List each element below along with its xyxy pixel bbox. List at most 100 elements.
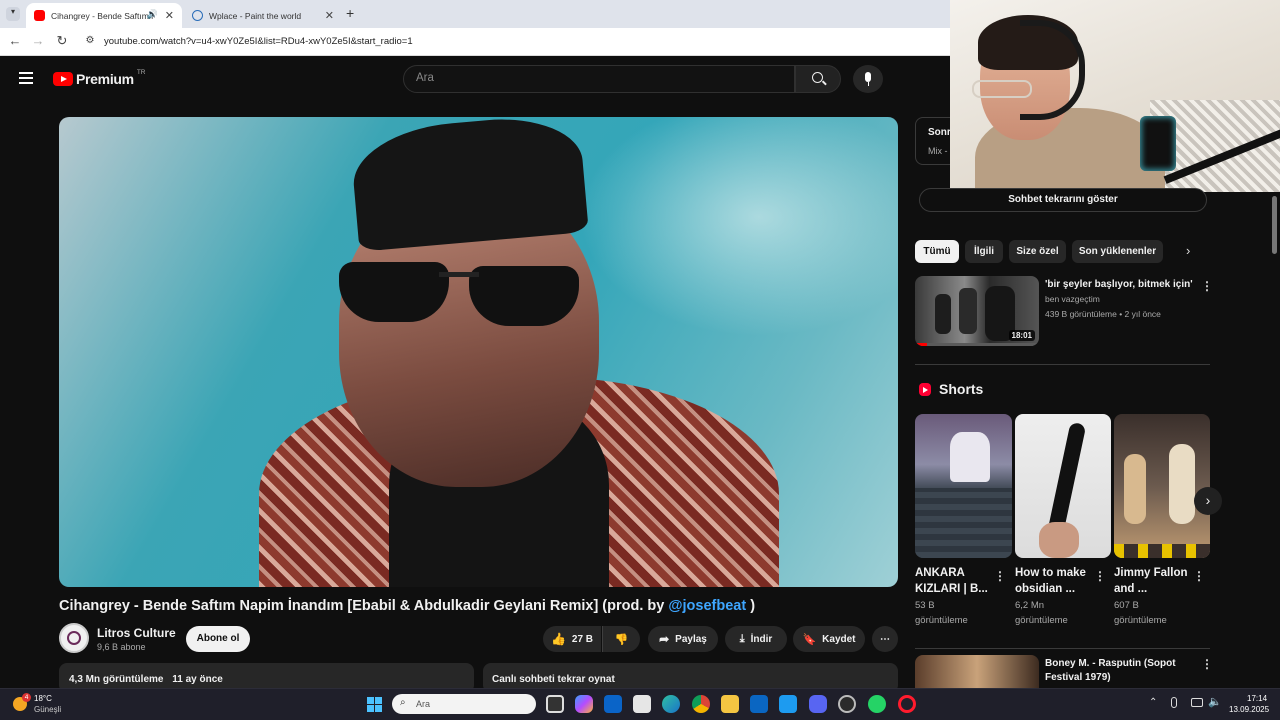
video-title: Cihangrey - Bende Saftım Napim İnandım [… xyxy=(59,598,755,614)
chip-for-you[interactable]: Size özel xyxy=(1009,240,1066,263)
rec-menu-icon[interactable]: ⋮ xyxy=(1201,279,1213,293)
whatsapp-icon[interactable] xyxy=(868,695,886,713)
short-title[interactable]: Jimmy Fallon and ... xyxy=(1114,565,1188,597)
copilot-icon[interactable] xyxy=(575,695,593,713)
short-thumbnail[interactable] xyxy=(915,414,1012,558)
url-field[interactable]: youtube.com/watch?v=u4-xwY0Ze5I&list=RDu… xyxy=(104,36,413,47)
rec-thumbnail[interactable]: 18:01 xyxy=(915,276,1039,346)
subscriber-count: 9,6 B abone xyxy=(97,642,146,652)
youtube-logo[interactable]: Premium TR xyxy=(53,68,146,87)
short-views: 607 B xyxy=(1114,600,1139,611)
search-input[interactable]: Ara xyxy=(403,65,795,93)
tray-chevron-icon[interactable]: ⌃ xyxy=(1149,697,1157,708)
outlook-icon[interactable] xyxy=(604,695,622,713)
site-info-icon[interactable]: ⚙ xyxy=(81,35,99,46)
short-views-label: görüntüleme xyxy=(1015,615,1068,626)
share-button[interactable]: ➦ Paylaş xyxy=(648,626,718,652)
clock-date[interactable]: 13.09.2025 xyxy=(1229,705,1269,714)
speaker-icon[interactable]: 🔊 xyxy=(147,9,158,20)
short-title[interactable]: ANKARA KIZLARI | B... xyxy=(915,565,989,597)
dislike-button[interactable]: 👎 xyxy=(602,626,640,652)
edge-icon[interactable] xyxy=(662,695,680,713)
rec-duration: 18:01 xyxy=(1008,330,1035,341)
taskbar-search[interactable]: ⌕ Ara xyxy=(392,694,536,714)
tab-youtube[interactable]: Cihangrey - Bende Saftım N 🔊 ✕ xyxy=(26,3,182,28)
channel-name[interactable]: Litros Culture xyxy=(97,626,176,640)
more-actions-button[interactable]: ⋯ xyxy=(872,626,898,652)
show-chat-replay-button[interactable]: Sohbet tekrarını göster xyxy=(919,188,1207,212)
short-menu-icon[interactable]: ⋮ xyxy=(1193,569,1205,583)
save-button[interactable]: 🔖 Kaydet xyxy=(793,626,865,652)
rec-title[interactable]: 'bir şeyler başlıyor, bitmek için' xyxy=(1045,279,1195,290)
task-view-icon[interactable] xyxy=(546,695,564,713)
chip-all[interactable]: Tümü xyxy=(915,240,959,263)
scrollbar[interactable] xyxy=(1272,196,1277,254)
thumbs-down-icon: 👎 xyxy=(614,633,629,646)
linkedin-icon[interactable] xyxy=(750,695,768,713)
tab-title: Cihangrey - Bende Saftım N xyxy=(51,10,155,21)
chips-next-icon[interactable]: › xyxy=(1186,243,1190,258)
taskbar-search-placeholder: Ara xyxy=(416,699,431,709)
reload-icon[interactable]: ↻ xyxy=(53,33,71,49)
short-thumbnail[interactable] xyxy=(1114,414,1210,558)
youtube-play-icon xyxy=(53,72,73,86)
short-thumbnail[interactable] xyxy=(1015,414,1111,558)
video-frame-sunglasses xyxy=(339,262,579,326)
channel-avatar[interactable] xyxy=(59,623,89,653)
more-icon: ⋯ xyxy=(880,633,890,645)
chip-recent[interactable]: Son yüklenenler xyxy=(1072,240,1163,263)
obs-icon[interactable] xyxy=(838,695,856,713)
menu-icon[interactable] xyxy=(19,72,33,84)
twitter-icon[interactable] xyxy=(779,695,797,713)
thumbs-up-icon: 👍 xyxy=(550,632,566,646)
mix-title: Sonr xyxy=(928,127,951,138)
video-player[interactable] xyxy=(59,117,898,587)
chrome-icon[interactable] xyxy=(692,695,710,713)
rec-menu-icon[interactable]: ⋮ xyxy=(1201,657,1213,671)
region-label: TR xyxy=(136,68,146,76)
windows-start-icon[interactable] xyxy=(367,697,382,712)
producer-link[interactable]: @josefbeat xyxy=(668,598,746,614)
share-label: Paylaş xyxy=(675,633,707,645)
forward-icon[interactable]: → xyxy=(29,33,47,48)
video-frame-person xyxy=(249,117,779,587)
close-tab-icon[interactable]: ✕ xyxy=(165,9,174,22)
subscribe-button[interactable]: Abone ol xyxy=(186,626,250,652)
chip-related[interactable]: İlgili xyxy=(965,240,1003,263)
mic-button[interactable] xyxy=(853,65,883,93)
store-icon[interactable] xyxy=(633,695,651,713)
bookmark-icon: 🔖 xyxy=(802,633,817,646)
clock-time[interactable]: 17:14 xyxy=(1247,694,1267,703)
discord-icon[interactable] xyxy=(809,695,827,713)
download-icon: ⤓ xyxy=(739,632,745,645)
shorts-next-button[interactable]: › xyxy=(1194,487,1222,515)
download-button[interactable]: ⤓ İndir xyxy=(725,626,787,652)
search-button[interactable] xyxy=(795,65,841,93)
tray-mic-icon[interactable] xyxy=(1171,697,1177,708)
download-label: İndir xyxy=(750,633,773,645)
network-icon[interactable] xyxy=(1191,698,1203,707)
opera-icon[interactable] xyxy=(898,695,916,713)
tab-wplace[interactable]: Wplace - Paint the world ✕ xyxy=(184,3,342,28)
short-menu-icon[interactable]: ⋮ xyxy=(994,569,1006,583)
close-tab-icon[interactable]: ✕ xyxy=(325,9,334,22)
video-title-end: ) xyxy=(746,598,756,614)
divider xyxy=(915,364,1210,365)
like-button[interactable]: 👍 27 B xyxy=(543,626,601,652)
short-views: 6,2 Mn xyxy=(1015,600,1045,611)
new-tab-button[interactable]: + xyxy=(346,5,354,21)
rec-title[interactable]: Boney M. - Rasputin (Sopot Festival 1979… xyxy=(1045,657,1195,685)
rec-progress xyxy=(915,343,1039,346)
video-title-text: Cihangrey - Bende Saftım Napim İnandım [… xyxy=(59,598,669,614)
mic-icon xyxy=(865,72,871,82)
file-explorer-icon[interactable] xyxy=(721,695,739,713)
short-title[interactable]: How to make obsidian ... xyxy=(1015,565,1091,597)
short-menu-icon[interactable]: ⋮ xyxy=(1094,569,1106,583)
tab-list-button[interactable]: ▾ xyxy=(6,7,20,21)
webcam-glasses xyxy=(972,80,1032,98)
volume-icon[interactable]: 🔈 xyxy=(1208,695,1222,708)
rec-channel[interactable]: ben vazgeçtim xyxy=(1045,294,1100,304)
rec-thumbnail[interactable] xyxy=(915,655,1039,688)
chat-replay-label: Canlı sohbeti tekrar oynat xyxy=(492,674,615,685)
back-icon[interactable]: ← xyxy=(6,33,24,48)
